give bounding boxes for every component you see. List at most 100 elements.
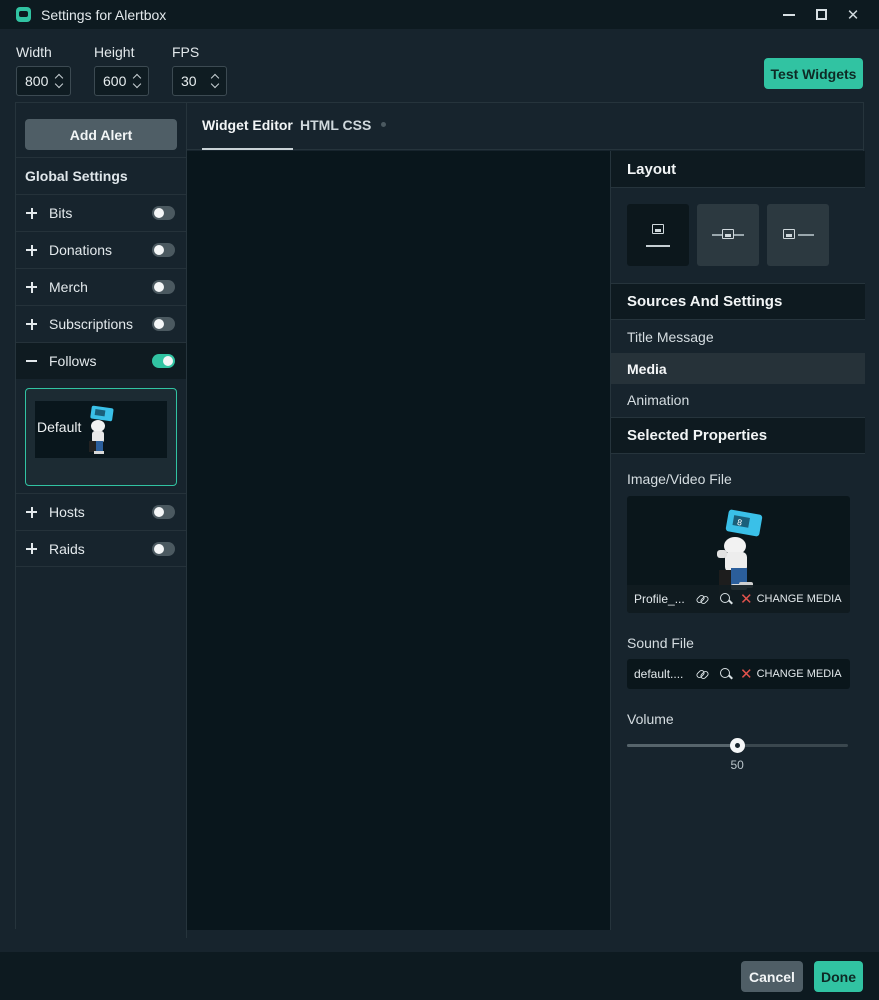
source-item-animation[interactable]: Animation bbox=[611, 384, 865, 415]
plus-icon[interactable] bbox=[26, 506, 37, 518]
hosts-toggle[interactable] bbox=[152, 505, 175, 519]
fps-input[interactable]: 30 bbox=[172, 66, 227, 96]
change-media-label: CHANGE MEDIA bbox=[756, 668, 842, 680]
plus-icon[interactable] bbox=[26, 244, 37, 256]
editor-tabs: Widget Editor HTML CSS bbox=[187, 103, 863, 150]
streamlabs-icon bbox=[16, 7, 31, 22]
image-file-toolbar: Profile_... ✕ CHANGE MEDIA bbox=[627, 585, 850, 613]
donations-toggle[interactable] bbox=[152, 243, 175, 257]
fps-value: 30 bbox=[181, 73, 197, 89]
add-alert-button[interactable]: Add Alert bbox=[25, 119, 177, 150]
image-icon bbox=[783, 229, 795, 239]
plus-icon[interactable] bbox=[26, 281, 37, 293]
width-input[interactable]: 800 bbox=[16, 66, 71, 96]
global-settings-label: Global Settings bbox=[25, 168, 128, 184]
follows-toggle[interactable] bbox=[152, 354, 175, 368]
layout-heading: Layout bbox=[611, 151, 865, 188]
plus-icon[interactable] bbox=[26, 318, 37, 330]
fps-label: FPS bbox=[172, 44, 200, 60]
variation-label: Default bbox=[37, 419, 82, 435]
change-media-label: CHANGE MEDIA bbox=[756, 593, 842, 605]
width-field-group: Width 800 bbox=[16, 44, 71, 96]
text-line-icon bbox=[798, 234, 814, 236]
height-value: 600 bbox=[103, 73, 127, 89]
height-input[interactable]: 600 bbox=[94, 66, 149, 96]
fps-field-group: FPS 30 bbox=[172, 44, 227, 96]
sidebar-item-hosts[interactable]: Hosts bbox=[16, 493, 186, 530]
width-label: Width bbox=[16, 44, 52, 60]
sidebar-item-follows[interactable]: Follows bbox=[16, 342, 186, 379]
main-panel: Add Alert Global Settings Bits Donations… bbox=[15, 102, 865, 938]
image-icon bbox=[722, 229, 734, 239]
alert-sidebar: Add Alert Global Settings Bits Donations… bbox=[16, 103, 187, 938]
link-icon[interactable] bbox=[694, 666, 710, 682]
title-bar: Settings for Alertbox ✕ bbox=[0, 0, 879, 29]
source-item-media[interactable]: Media bbox=[611, 353, 865, 384]
window-controls: ✕ bbox=[773, 0, 869, 29]
sidebar-item-label: Bits bbox=[49, 205, 73, 221]
tab-html-css[interactable]: HTML CSS bbox=[300, 117, 371, 150]
tab-widget-editor[interactable]: Widget Editor bbox=[202, 117, 293, 150]
spinner-icon[interactable] bbox=[133, 73, 141, 89]
image-file-name: Profile_... bbox=[634, 592, 685, 606]
layout-option-image-left[interactable] bbox=[767, 204, 829, 266]
bits-toggle[interactable] bbox=[152, 206, 175, 220]
window-title: Settings for Alertbox bbox=[41, 6, 167, 23]
close-button[interactable]: ✕ bbox=[837, 0, 869, 29]
close-icon: ✕ bbox=[846, 6, 860, 24]
spinner-icon[interactable] bbox=[55, 73, 63, 89]
sound-file-name: default.... bbox=[634, 667, 684, 681]
plus-icon[interactable] bbox=[26, 543, 37, 554]
sidebar-item-global-settings[interactable]: Global Settings bbox=[16, 157, 186, 194]
minus-icon[interactable] bbox=[26, 356, 37, 367]
layout-option-image-top[interactable] bbox=[627, 204, 689, 266]
variation-card-default[interactable]: Default bbox=[25, 388, 177, 486]
widget-preview bbox=[187, 151, 610, 930]
sidebar-item-label: Merch bbox=[49, 279, 88, 295]
volume-label: Volume bbox=[627, 711, 674, 727]
maximize-icon bbox=[815, 9, 827, 20]
sidebar-item-raids[interactable]: Raids bbox=[16, 530, 186, 567]
sidebar-item-donations[interactable]: Donations bbox=[16, 231, 186, 268]
link-icon[interactable] bbox=[694, 591, 710, 607]
unsaved-dot-icon bbox=[381, 122, 386, 127]
cancel-button[interactable]: Cancel bbox=[741, 961, 803, 992]
image-file-label: Image/Video File bbox=[627, 471, 732, 487]
test-widgets-button[interactable]: Test Widgets bbox=[764, 58, 863, 89]
layout-option-text-over-image[interactable] bbox=[697, 204, 759, 266]
settings-panel: Layout Sources And Settings Title Messag… bbox=[610, 151, 865, 930]
minimize-icon bbox=[783, 13, 795, 16]
image-file-preview: 8 Profile_... ✕ CHANGE MEDIA bbox=[627, 496, 850, 613]
sidebar-item-subscriptions[interactable]: Subscriptions bbox=[16, 305, 186, 342]
sources-heading: Sources And Settings bbox=[611, 283, 865, 320]
sidebar-item-label: Donations bbox=[49, 242, 113, 258]
minimize-button[interactable] bbox=[773, 0, 805, 29]
spinner-icon[interactable] bbox=[211, 73, 219, 89]
sound-file-field: default.... ✕ CHANGE MEDIA bbox=[627, 659, 850, 689]
plus-icon[interactable] bbox=[26, 207, 37, 219]
volume-value: 50 bbox=[730, 758, 744, 772]
sidebar-item-bits[interactable]: Bits bbox=[16, 194, 186, 231]
source-item-title-message[interactable]: Title Message bbox=[611, 321, 865, 352]
maximize-button[interactable] bbox=[805, 0, 837, 29]
subscriptions-toggle[interactable] bbox=[152, 317, 175, 331]
sound-file-label: Sound File bbox=[627, 635, 694, 651]
selected-properties-heading: Selected Properties bbox=[611, 417, 865, 454]
sidebar-item-merch[interactable]: Merch bbox=[16, 268, 186, 305]
text-line-icon bbox=[646, 245, 670, 247]
merch-toggle[interactable] bbox=[152, 280, 175, 294]
sidebar-item-label: Subscriptions bbox=[49, 316, 134, 332]
zoom-in-icon[interactable] bbox=[718, 591, 734, 607]
sidebar-item-label: Raids bbox=[49, 540, 85, 557]
width-value: 800 bbox=[25, 73, 49, 89]
done-button[interactable]: Done bbox=[814, 961, 863, 992]
volume-slider-fill bbox=[627, 744, 738, 747]
change-sound-media-button[interactable]: ✕ CHANGE MEDIA bbox=[740, 665, 842, 683]
height-field-group: Height 600 bbox=[94, 44, 149, 96]
remove-x-icon: ✕ bbox=[740, 591, 753, 608]
change-image-media-button[interactable]: ✕ CHANGE MEDIA bbox=[740, 590, 842, 608]
raids-toggle[interactable] bbox=[152, 542, 175, 556]
volume-slider-handle[interactable] bbox=[730, 738, 745, 753]
sidebar-item-label: Hosts bbox=[49, 504, 85, 520]
zoom-in-icon[interactable] bbox=[718, 666, 734, 682]
